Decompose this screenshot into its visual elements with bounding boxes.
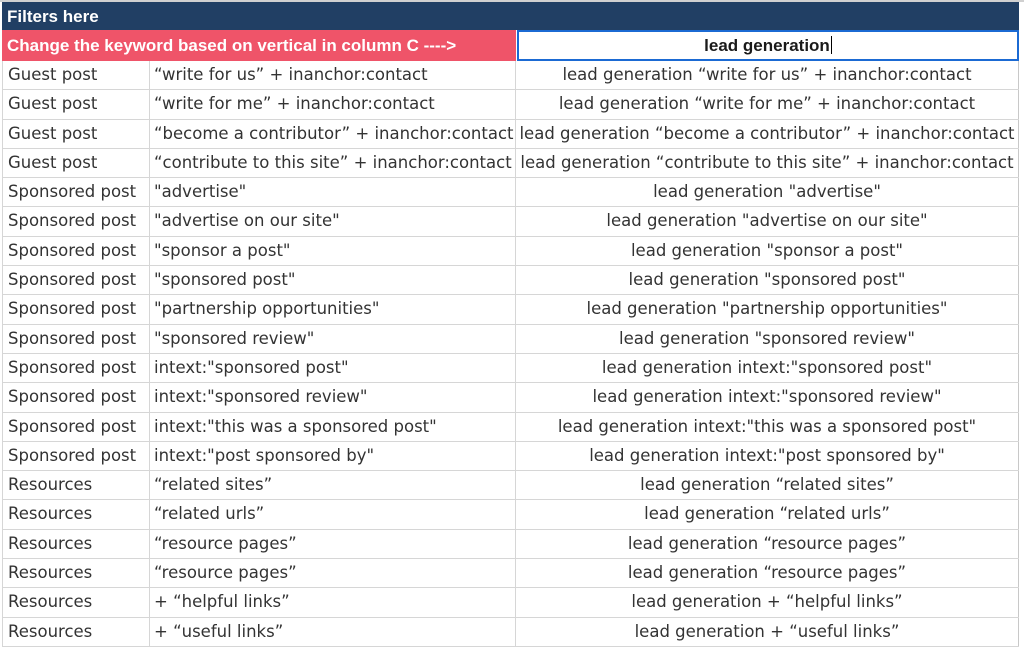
query-cell[interactable]: lead generation + “useful links” [516,617,1019,646]
operator-cell[interactable]: intext:"sponsored review" [150,383,516,412]
table-row: Sponsored post "advertise on our site" lea… [2,207,1019,237]
query-cell[interactable]: lead generation “resource pages” [516,559,1019,588]
type-cell[interactable]: Sponsored post [2,207,150,236]
instruction-row: Change the keyword based on vertical in … [2,30,1019,61]
table-row: Sponsored post intext:"sponsored post" lea… [2,353,1019,384]
type-cell[interactable]: Sponsored post [2,383,150,412]
query-cell[interactable]: lead generation "advertise" [516,178,1019,207]
operator-cell[interactable]: “related urls” [150,500,516,529]
operator-cell[interactable]: “contribute to this site” + inanchor:con… [150,148,516,178]
query-cell[interactable]: lead generation “related urls” [516,500,1019,529]
query-cell[interactable]: lead generation "sponsored review" [516,324,1019,353]
operator-cell[interactable]: intext:"post sponsored by" [150,441,516,471]
type-cell[interactable]: Resources [2,588,150,617]
operator-cell[interactable]: intext:"this was a sponsored post" [150,412,516,441]
table-row: Sponsored post intext:"post sponsored by"… [2,441,1019,472]
type-cell[interactable]: Sponsored post [2,324,150,353]
type-cell[interactable]: Sponsored post [2,236,150,266]
instruction-text: Change the keyword based on vertical in … [7,36,457,55]
query-cell[interactable]: lead generation "sponsored post" [516,266,1019,295]
operator-cell[interactable]: “write for us” + inanchor:contact [150,61,516,90]
type-cell[interactable]: Sponsored post [2,295,150,324]
filters-header-cell[interactable]: Filters here [2,2,1019,30]
operator-cell[interactable]: + “helpful links” [150,588,516,617]
table-row: Guest post “write for me” + inanchor:cont… [2,90,1019,120]
operator-cell[interactable]: “resource pages” [150,559,516,588]
table-row: Sponsored post "sponsored review" lead gen… [2,324,1019,354]
query-cell[interactable]: lead generation “resource pages” [516,529,1019,559]
table-row: Resources + “useful links” lead generation… [2,617,1019,647]
query-cell[interactable]: lead generation "advertise on our site" [516,207,1019,236]
type-cell[interactable]: Resources [2,500,150,529]
operator-cell[interactable]: "advertise" [150,178,516,207]
query-cell[interactable]: lead generation + “helpful links” [516,588,1019,617]
operator-cell[interactable]: intext:"sponsored post" [150,353,516,383]
operator-cell[interactable]: “become a contributor” + inanchor:contac… [150,119,516,148]
table-row: Resources + “helpful links” lead generatio… [2,588,1019,618]
query-cell[interactable]: lead generation “write for me” + inancho… [516,90,1019,119]
type-cell[interactable]: Sponsored post [2,412,150,441]
text-cursor [830,36,832,54]
query-table: Guest post “write for us” + inanchor:cont… [2,61,1019,647]
type-cell[interactable]: Sponsored post [2,441,150,471]
query-cell[interactable]: lead generation “contribute to this site… [516,148,1019,178]
table-row: Guest post “become a contributor” + inanc… [2,119,1019,149]
operator-cell[interactable]: "sponsor a post" [150,236,516,266]
table-row: Sponsored post "partnership opportunities… [2,295,1019,325]
operator-cell[interactable]: “resource pages” [150,529,516,559]
type-cell[interactable]: Sponsored post [2,353,150,383]
query-cell[interactable]: lead generation "sponsor a post" [516,236,1019,266]
filters-header-title: Filters here [7,7,99,26]
query-cell[interactable]: lead generation intext:"sponsored review… [516,383,1019,412]
type-cell[interactable]: Guest post [2,148,150,178]
table-row: Sponsored post "sponsored post" lead gener… [2,266,1019,296]
instruction-cell[interactable]: Change the keyword based on vertical in … [2,30,516,61]
operator-cell[interactable]: “write for me” + inanchor:contact [150,90,516,119]
table-row: Resources “related urls” lead generation “… [2,500,1019,530]
table-row: Guest post “write for us” + inanchor:cont… [2,61,1019,91]
type-cell[interactable]: Resources [2,471,150,500]
query-cell[interactable]: lead generation "partnership opportuniti… [516,295,1019,324]
table-row: Resources “resource pages” lead generation… [2,559,1019,589]
query-cell[interactable]: lead generation “write for us” + inancho… [516,61,1019,90]
operator-cell[interactable]: "partnership opportunities" [150,295,516,324]
type-cell[interactable]: Resources [2,617,150,646]
operator-cell[interactable]: "sponsored post" [150,266,516,295]
type-cell[interactable]: Guest post [2,61,150,90]
spreadsheet: Filters here Change the keyword based on… [0,0,1024,648]
type-cell[interactable]: Guest post [2,90,150,119]
table-row: Resources “resource pages” lead generation… [2,529,1019,560]
type-cell[interactable]: Sponsored post [2,178,150,207]
operator-cell[interactable]: "sponsored review" [150,324,516,353]
table-row: Resources “related sites” lead generation … [2,471,1019,501]
table-row: Sponsored post intext:"this was a sponsor… [2,412,1019,442]
query-cell[interactable]: lead generation “become a contributor” +… [516,119,1019,148]
query-cell[interactable]: lead generation intext:"post sponsored b… [516,441,1019,471]
operator-cell[interactable]: "advertise on our site" [150,207,516,236]
table-row: Sponsored post "sponsor a post" lead gener… [2,236,1019,267]
table-row: Sponsored post intext:"sponsored review" l… [2,383,1019,413]
keyword-input-cell[interactable]: lead generation [517,30,1019,61]
type-cell[interactable]: Guest post [2,119,150,148]
operator-cell[interactable]: + “useful links” [150,617,516,646]
operator-cell[interactable]: “related sites” [150,471,516,500]
query-cell[interactable]: lead generation intext:"this was a spons… [516,412,1019,441]
table-row: Guest post “contribute to this site” + in… [2,148,1019,179]
query-cell[interactable]: lead generation intext:"sponsored post" [516,353,1019,383]
type-cell[interactable]: Sponsored post [2,266,150,295]
query-cell[interactable]: lead generation “related sites” [516,471,1019,500]
keyword-value: lead generation [704,36,830,55]
table-row: Sponsored post "advertise" lead generation… [2,178,1019,208]
type-cell[interactable]: Resources [2,529,150,559]
type-cell[interactable]: Resources [2,559,150,588]
